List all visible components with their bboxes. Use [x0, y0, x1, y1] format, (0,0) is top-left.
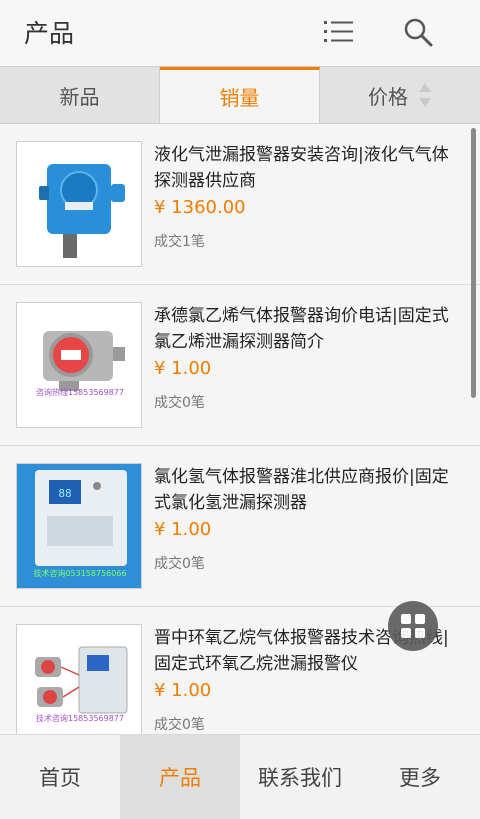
nav-more[interactable]: 更多	[360, 735, 480, 819]
tab-price-label: 价格	[368, 84, 408, 109]
tab-new-label: 新品	[59, 84, 100, 109]
product-name[interactable]: 液化气泄漏报警器安装咨询|液化气气体探测器供应商	[154, 142, 464, 194]
tab-new[interactable]: 新品	[0, 67, 160, 123]
page-title: 产品	[24, 19, 75, 48]
product-price: ¥ 1.00	[154, 519, 212, 540]
nav-products[interactable]: 产品	[120, 735, 240, 819]
svg-text:88: 88	[58, 487, 71, 500]
nav-home[interactable]: 首页	[0, 735, 120, 819]
product-price: ¥ 1360.00	[154, 197, 246, 218]
product-image-caption: 技术咨询053158756066	[33, 568, 126, 578]
product-image[interactable]	[16, 141, 142, 267]
product-name[interactable]: 氯化氢气体报警器淮北供应商报价|固定式氯化氢泄漏探测器	[154, 464, 464, 516]
product-sold-count: 成交0笔	[154, 556, 205, 572]
product-image[interactable]: 88 技术咨询053158756066	[16, 463, 142, 589]
app-header: 产品	[0, 0, 480, 66]
product-sold-count: 成交0笔	[154, 717, 205, 733]
product-price: ¥ 1.00	[154, 358, 212, 379]
list-menu-icon[interactable]	[322, 16, 356, 48]
product-price: ¥ 1.00	[154, 680, 212, 701]
product-item[interactable]: 液化气泄漏报警器安装咨询|液化气气体探测器供应商 ¥ 1360.00 成交1笔	[0, 124, 480, 285]
grid-menu-icon[interactable]	[388, 601, 438, 651]
nav-contact[interactable]: 联系我们	[240, 735, 360, 819]
sort-tabs: 新品 销量 价格	[0, 66, 480, 124]
product-sold-count: 成交0笔	[154, 395, 205, 411]
product-item[interactable]: 88 技术咨询053158756066 氯化氢气体报警器淮北供应商报价|固定式氯…	[0, 446, 480, 607]
tab-sales[interactable]: 销量	[160, 67, 320, 123]
product-image[interactable]: 技术咨询15853569877	[16, 624, 142, 734]
product-image[interactable]: 咨询热线15853569877	[16, 302, 142, 428]
product-image-caption: 咨询热线15853569877	[36, 387, 124, 397]
tab-price[interactable]: 价格	[320, 67, 480, 123]
product-image-caption: 技术咨询15853569877	[36, 713, 124, 723]
tab-sales-label: 销量	[219, 86, 260, 110]
product-sold-count: 成交1笔	[154, 234, 205, 250]
bottom-nav: 首页 产品 联系我们 更多	[0, 734, 480, 819]
sort-arrows-icon	[419, 83, 431, 107]
product-name[interactable]: 承德氯乙烯气体报警器询价电话|固定式氯乙烯泄漏探测器简介	[154, 303, 464, 355]
list-scrollbar[interactable]	[471, 128, 476, 398]
search-icon[interactable]	[400, 14, 436, 50]
product-item[interactable]: 咨询热线15853569877 承德氯乙烯气体报警器询价电话|固定式氯乙烯泄漏探…	[0, 285, 480, 446]
